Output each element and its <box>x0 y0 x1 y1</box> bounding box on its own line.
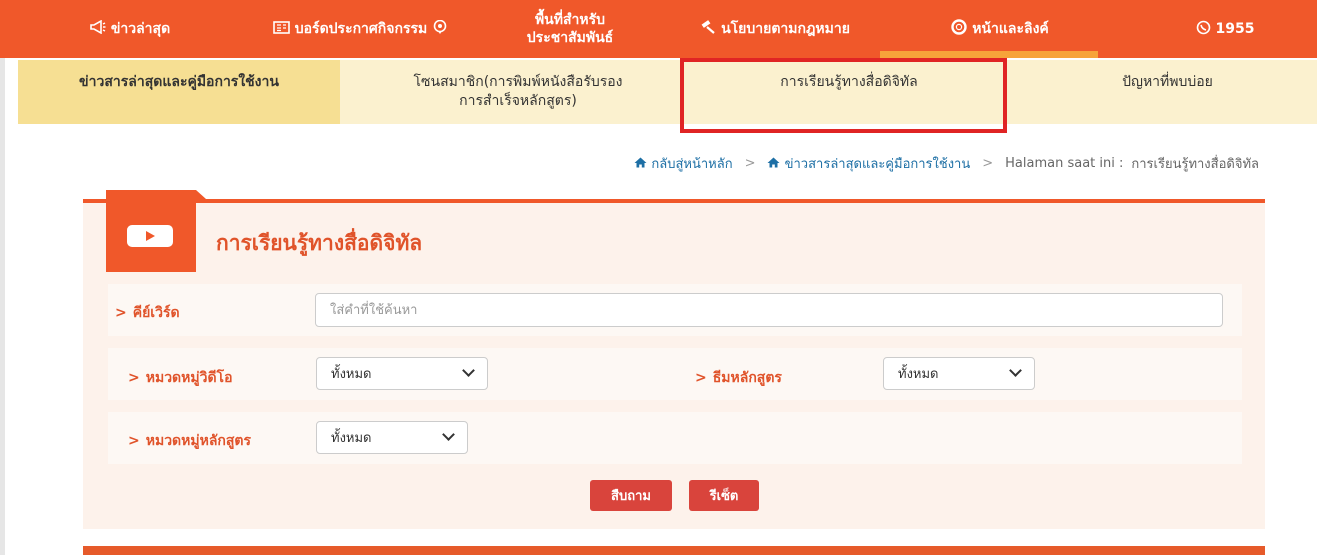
nav-item-label: นโยบายตามกฎหมาย <box>721 21 850 37</box>
video-category-label: > หมวดหมู่วิดีโอ <box>128 370 233 386</box>
select-value: ทั้งหมด <box>898 367 939 382</box>
youtube-play-icon <box>127 225 173 247</box>
nav-item-label: ข่าวล่าสุด <box>110 21 171 37</box>
nav-item-label: 1955 <box>1215 21 1255 37</box>
chevron-down-icon <box>462 364 475 377</box>
breadcrumb-section-label: ข่าวสารล่าสุดและคู่มือการใช้งาน <box>784 157 971 172</box>
subnav-item-label: ข่าวสารล่าสุดและคู่มือการใช้งาน <box>79 74 279 90</box>
nav-active-indicator <box>880 51 1098 58</box>
reset-button[interactable]: รีเซ็ต <box>689 480 759 511</box>
filter-row-2 <box>108 412 1242 464</box>
breadcrumb-section-link[interactable]: ข่าวสารล่าสุดและคู่มือการใช้งาน <box>767 153 970 174</box>
subnav-item-faq[interactable]: ปัญหาที่พบบ่อย <box>1018 60 1317 124</box>
nav-item-pages-links[interactable]: หน้าและลิงค์ <box>905 0 1095 58</box>
breadcrumb-separator: > <box>744 156 756 171</box>
nav-item-label: หน้าและลิงค์ <box>972 21 1049 37</box>
subnav-item-latest-news-manual[interactable]: ข่าวสารล่าสุดและคู่มือการใช้งาน <box>18 60 340 124</box>
breadcrumb-home-label: กลับสู่หน้าหลัก <box>651 157 733 172</box>
breadcrumb-home-link[interactable]: กลับสู่หน้าหลัก <box>634 153 733 174</box>
keyword-input[interactable] <box>315 293 1223 327</box>
chevron-down-icon <box>442 428 455 441</box>
sub-navigation: ข่าวสารล่าสุดและคู่มือการใช้งาน โซนสมาชิ… <box>18 60 1317 124</box>
breadcrumb: กลับสู่หน้าหลัก > ข่าวสารล่าสุดและคู่มือ… <box>634 153 1259 174</box>
lifebuoy-icon <box>951 19 967 39</box>
theme-label: > ธีมหลักสูตร <box>695 370 782 386</box>
home-icon <box>634 157 651 172</box>
filter-row-1 <box>108 348 1242 400</box>
chevron-down-icon <box>1009 364 1022 377</box>
top-navigation: ข่าวล่าสุด บอร์ดประกาศกิจกรรม พื้นที่สำห… <box>0 0 1317 58</box>
breadcrumb-current-prefix: Halaman saat ini : <box>1005 156 1124 171</box>
phone-icon <box>1196 20 1211 39</box>
breadcrumb-separator: > <box>982 156 994 171</box>
chevron-right-icon: > <box>115 305 127 321</box>
gavel-icon <box>700 20 716 38</box>
chat-bubble-icon <box>433 19 447 39</box>
nav-item-public-relations[interactable]: พื้นที่สำหรับ ประชาสัมพันธ์ <box>505 0 635 58</box>
highlight-annotation-box <box>680 58 1007 133</box>
nav-item-label-line2: ประชาสัมพันธ์ <box>526 30 614 46</box>
board-icon <box>272 20 290 38</box>
nav-item-latest-news[interactable]: ข่าวล่าสุด <box>60 0 200 58</box>
subnav-item-member-zone[interactable]: โซนสมาชิก(การพิมพ์หนังสือรับรอง การสำเร็… <box>353 60 683 124</box>
left-edge-bar <box>0 0 5 555</box>
breadcrumb-current: การเรียนรู้ทางสื่อดิจิทัล <box>1131 157 1259 172</box>
nav-item-activity-board[interactable]: บอร์ดประกาศกิจกรรม <box>240 0 480 58</box>
chevron-right-icon: > <box>695 370 707 386</box>
subnav-item-label-line1: โซนสมาชิก(การพิมพ์หนังสือรับรอง <box>413 74 623 90</box>
select-value: ทั้งหมด <box>331 431 372 446</box>
nav-item-hotline[interactable]: 1955 <box>1170 0 1280 58</box>
nav-item-legal-policy[interactable]: นโยบายตามกฎหมาย <box>670 0 880 58</box>
course-category-select[interactable]: ทั้งหมด <box>316 421 468 454</box>
nav-item-label-line1: พื้นที่สำหรับ <box>534 12 606 28</box>
chevron-right-icon: > <box>128 370 140 386</box>
bottom-accent-bar <box>83 546 1265 555</box>
keyword-label: > คีย์เวิร์ด <box>115 305 180 321</box>
course-category-label: > หมวดหมู่หลักสูตร <box>128 433 252 449</box>
subnav-item-label: ปัญหาที่พบบ่อย <box>1122 74 1213 90</box>
theme-select[interactable]: ทั้งหมด <box>883 357 1035 390</box>
megaphone-icon <box>90 19 106 38</box>
video-category-select[interactable]: ทั้งหมด <box>316 357 488 390</box>
home-icon <box>767 157 784 172</box>
panel-title: การเรียนรู้ทางสื่อดิจิทัล <box>216 231 423 255</box>
search-button[interactable]: สืบถาม <box>590 480 672 511</box>
select-value: ทั้งหมด <box>331 367 372 382</box>
subnav-item-label-line2: การสำเร็จหลักสูตร) <box>459 93 577 109</box>
nav-item-label: บอร์ดประกาศกิจกรรม <box>294 21 428 37</box>
chevron-right-icon: > <box>128 433 140 449</box>
